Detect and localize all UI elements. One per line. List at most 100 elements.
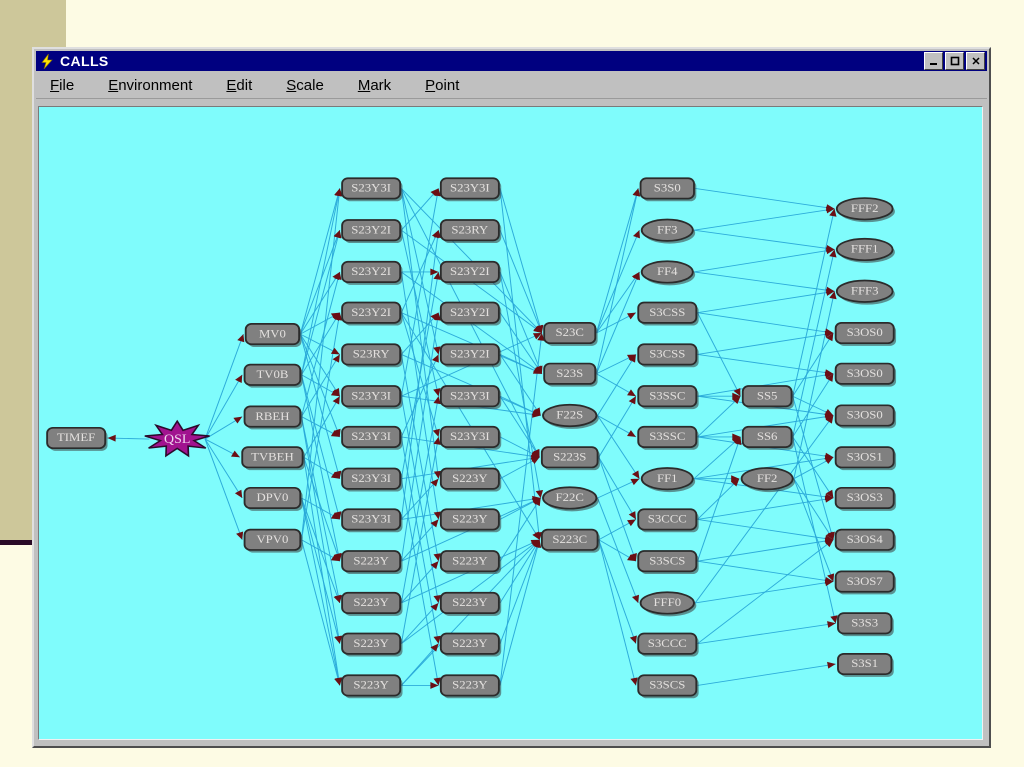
graph-node[interactable]: S23Y3I [341, 385, 403, 410]
graph-node[interactable]: S23Y3I [341, 425, 403, 450]
graph-node[interactable]: S3OS0 [834, 362, 897, 387]
edge-arrowhead [107, 434, 116, 442]
edge-arrowhead [332, 354, 340, 363]
graph-node[interactable]: FF1 [640, 467, 696, 493]
graph-node[interactable]: S223Y [439, 550, 502, 575]
graph-node[interactable]: S3S3 [837, 612, 894, 637]
node-shape-rect [341, 260, 402, 283]
graph-edge [792, 249, 835, 438]
graph-edge [400, 354, 439, 562]
graph-node[interactable]: VPV0 [243, 528, 303, 553]
node-shape-rect [637, 385, 698, 408]
graph-node[interactable]: S3SCS [637, 550, 699, 575]
graph-node-root[interactable]: QSL [144, 419, 210, 458]
graph-node[interactable]: S3CCC [637, 508, 699, 533]
graph-node[interactable]: MV0 [244, 323, 302, 347]
graph-node[interactable]: FF2 [740, 467, 796, 493]
graph-node[interactable]: S223Y [439, 674, 502, 699]
close-button[interactable] [966, 52, 985, 70]
graph-edge [499, 539, 541, 686]
minimize-button[interactable] [924, 52, 943, 70]
graph-node[interactable]: FF3 [640, 218, 696, 244]
graph-edge [300, 416, 341, 604]
graph-node[interactable]: S223Y [439, 467, 502, 492]
graph-edge [695, 187, 835, 210]
edge-arrowhead [629, 635, 637, 644]
graph-node[interactable]: S3CSS [637, 301, 699, 326]
calls-application-window: CALLS File Environment Edit Scale Mark P… [32, 47, 991, 748]
graph-node[interactable]: S223Y [341, 591, 403, 616]
graph-node[interactable]: TV0B [243, 363, 303, 388]
edge-arrowhead [827, 661, 836, 669]
graph-node[interactable]: S3CCC [637, 632, 699, 657]
graph-node[interactable]: S3S0 [639, 177, 697, 202]
node-shape-ellipse [542, 403, 598, 428]
menu-item-mark[interactable]: Mark [358, 77, 391, 94]
graph-canvas[interactable]: TIMEF MV0 TV0B RBEH TVBEH DPV0 VPV0 S23Y3I S23Y2… [38, 106, 983, 740]
maximize-button[interactable] [945, 52, 964, 70]
graph-node[interactable]: S23Y2I [439, 260, 502, 285]
graph-node[interactable]: S3SCS [637, 674, 699, 699]
graph-node[interactable]: S3OS0 [834, 404, 897, 429]
node-shape-rect [341, 385, 402, 408]
graph-node[interactable]: S3S1 [837, 652, 894, 677]
graph-node[interactable]: S3OS7 [834, 570, 897, 595]
node-shape-rect [341, 425, 402, 448]
graph-node[interactable]: S23C [543, 321, 598, 346]
node-shape-rect [543, 321, 597, 345]
graph-node[interactable]: S223Y [341, 550, 403, 575]
graph-node[interactable]: S223S [540, 446, 600, 471]
node-shape-rect [741, 385, 793, 408]
graph-node[interactable]: S23S [543, 362, 598, 387]
graph-node[interactable]: FFF3 [835, 279, 895, 305]
graph-node[interactable]: S23RY [439, 219, 502, 244]
menu-item-scale[interactable]: Scale [286, 77, 324, 94]
graph-node[interactable]: S223C [540, 528, 600, 553]
graph-node[interactable]: S3SSC [637, 385, 699, 410]
graph-node[interactable]: S23Y2I [439, 301, 502, 326]
graph-node[interactable]: SS6 [741, 425, 794, 450]
menu-item-environment[interactable]: Environment [108, 77, 192, 94]
graph-node[interactable]: S23Y3I [341, 177, 403, 202]
menu-item-point[interactable]: Point [425, 77, 459, 94]
graph-node[interactable]: S3OS1 [834, 446, 897, 471]
graph-node[interactable]: S23Y2I [439, 343, 502, 368]
graph-node[interactable]: S223Y [341, 674, 403, 699]
graph-node[interactable]: S223Y [439, 508, 502, 533]
graph-node[interactable]: S23Y3I [439, 385, 502, 410]
graph-node[interactable]: S23Y3I [439, 425, 502, 450]
graph-node[interactable]: S3OS0 [834, 321, 897, 346]
graph-node[interactable]: S3SSC [637, 425, 699, 450]
menu-item-file[interactable]: File [50, 77, 74, 94]
slide-decoration-top-band [66, 0, 1024, 18]
graph-node[interactable]: F22C [542, 486, 599, 512]
graph-edge [299, 188, 341, 335]
graph-node[interactable]: FFF0 [639, 591, 697, 617]
graph-node[interactable]: S23Y3I [341, 508, 403, 533]
graph-node[interactable]: S23Y2I [341, 219, 403, 244]
graph-node[interactable]: FFF1 [835, 237, 895, 263]
call-graph[interactable]: TIMEF MV0 TV0B RBEH TVBEH DPV0 VPV0 S23Y3I S23Y2… [39, 107, 982, 739]
graph-node[interactable]: S23Y3I [439, 177, 502, 202]
graph-node[interactable]: S223Y [341, 632, 403, 657]
graph-node[interactable]: SS5 [741, 385, 794, 410]
graph-node[interactable]: S23Y3I [341, 467, 403, 492]
edge-arrowhead [535, 490, 544, 498]
graph-node[interactable]: TIMEF [46, 426, 108, 451]
graph-node[interactable]: FFF2 [835, 197, 895, 223]
graph-node[interactable]: S223Y [439, 591, 502, 616]
graph-node[interactable]: S223Y [439, 632, 502, 657]
graph-node[interactable]: S23Y2I [341, 301, 403, 326]
graph-node[interactable]: FF4 [640, 260, 696, 286]
graph-node[interactable]: RBEH [243, 405, 303, 430]
graph-node[interactable]: S3OS3 [834, 486, 897, 511]
graph-node[interactable]: S23Y2I [341, 260, 403, 285]
graph-node[interactable]: F22S [542, 403, 599, 429]
graph-node[interactable]: DPV0 [243, 486, 303, 511]
menu-item-edit[interactable]: Edit [226, 77, 252, 94]
graph-node[interactable]: S23RY [341, 343, 403, 368]
graph-node[interactable]: S3CSS [637, 343, 699, 368]
graph-node[interactable]: S3OS4 [834, 528, 897, 553]
node-shape-rect [341, 177, 402, 200]
graph-node[interactable]: TVBEH [241, 446, 305, 471]
